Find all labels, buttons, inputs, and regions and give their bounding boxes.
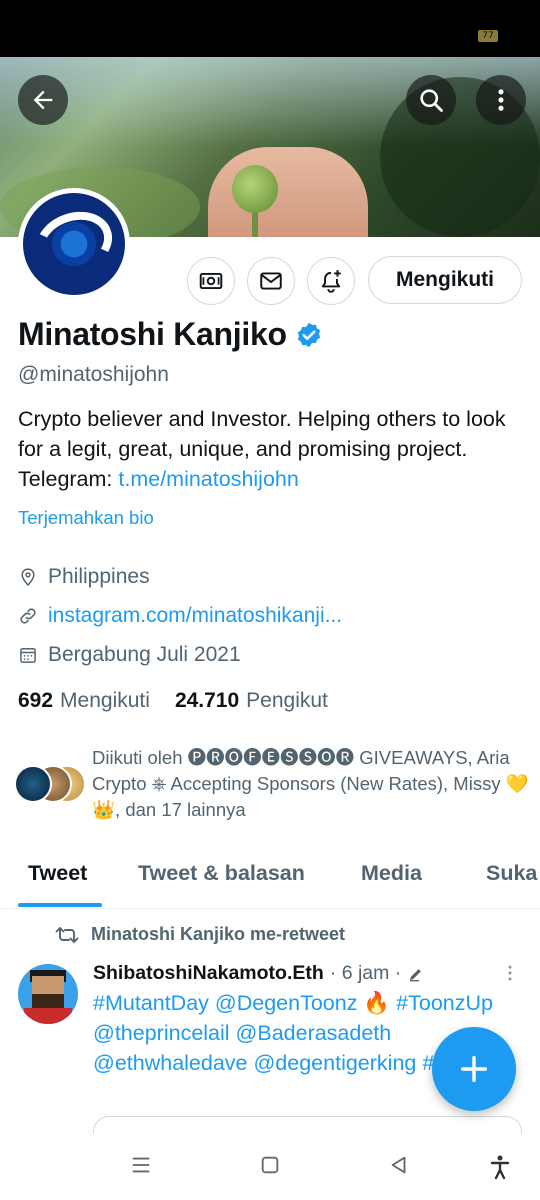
- followed-by-section[interactable]: Diikuti oleh 🅟🅡🅞🅕🅔🅢🅢🅞🅡 GIVEAWAYS, Aria C…: [14, 745, 534, 823]
- profile-handle: @minatoshijohn: [18, 363, 169, 386]
- mail-icon: [260, 272, 282, 290]
- website-link[interactable]: instagram.com/minatoshikanji...: [48, 604, 342, 628]
- followers-count: 24.710: [174, 689, 240, 712]
- more-vertical-icon: [508, 965, 512, 981]
- followers-count-link[interactable]: 24.710 Pengikut: [175, 689, 328, 713]
- translate-bio-link[interactable]: Terjemahkan bio: [18, 507, 154, 529]
- menu-icon[interactable]: [130, 1154, 152, 1176]
- join-date-text: Bergabung Juli 2021: [48, 643, 241, 666]
- back-arrow-icon: [33, 90, 53, 110]
- notifications-button[interactable]: [307, 257, 355, 305]
- tab-likes[interactable]: Suka: [486, 861, 537, 886]
- following-count: 692: [18, 689, 54, 712]
- bio-telegram-link[interactable]: t.me/minatoshijohn: [118, 467, 298, 491]
- display-name: Minatoshi Kanjiko: [18, 316, 287, 352]
- tab-tweet[interactable]: Tweet: [28, 861, 87, 886]
- tweet-more-button[interactable]: [500, 962, 520, 989]
- tweet-time: · 6 jam ·: [329, 962, 402, 984]
- follow-counts: 692 Mengikuti 24.710 Pengikut: [18, 689, 328, 713]
- tip-button[interactable]: [187, 257, 235, 305]
- active-tab-indicator: [18, 903, 102, 907]
- profile-avatar[interactable]: [18, 188, 130, 300]
- tab-tweet-replies[interactable]: Tweet & balasan: [138, 861, 305, 886]
- profile-name-row: Minatoshi Kanjiko: [18, 316, 323, 353]
- profile-website[interactable]: instagram.com/minatoshikanji...: [18, 604, 342, 628]
- profile-bio: Crypto believer and Investor. Helping ot…: [18, 404, 518, 494]
- location-text: Philippines: [48, 565, 150, 588]
- followers-label: Pengikut: [246, 689, 328, 712]
- following-label: Mengikuti: [60, 689, 150, 712]
- tweet-author-avatar[interactable]: [18, 964, 78, 1024]
- followed-by-text: Diikuti oleh 🅟🅡🅞🅕🅔🅢🅢🅞🅡 GIVEAWAYS, Aria C…: [92, 747, 529, 820]
- accessibility-icon[interactable]: [488, 1154, 512, 1180]
- tab-media[interactable]: Media: [361, 861, 422, 886]
- avatar: [14, 765, 52, 803]
- profile-location: Philippines: [18, 565, 150, 589]
- search-icon: [420, 89, 443, 112]
- tip-money-icon: [199, 272, 223, 290]
- link-icon: [20, 608, 36, 624]
- followed-by-avatars: [14, 765, 88, 805]
- plus-icon: [460, 1055, 488, 1083]
- battery-indicator: 77: [478, 30, 498, 42]
- back-button[interactable]: [18, 75, 68, 125]
- status-bar: 77: [0, 0, 540, 57]
- verified-icon[interactable]: [295, 321, 323, 349]
- back-triangle-icon[interactable]: [388, 1154, 410, 1176]
- profile-tabs: Tweet Tweet & balasan Media Suka: [0, 855, 540, 909]
- following-button[interactable]: Mengikuti: [368, 256, 522, 304]
- retweet-label: Minatoshi Kanjiko me-retweet: [91, 924, 346, 944]
- retweet-context[interactable]: Minatoshi Kanjiko me-retweet: [55, 924, 345, 945]
- location-pin-icon: [21, 568, 35, 586]
- compose-tweet-button[interactable]: [432, 1027, 516, 1111]
- tweet-header: ShibatoshiNakamoto.Eth · 6 jam ·: [93, 962, 425, 985]
- android-nav-bar: [0, 1134, 540, 1200]
- more-options-button[interactable]: [476, 75, 526, 125]
- home-square-icon[interactable]: [259, 1154, 281, 1176]
- more-vertical-icon: [498, 89, 504, 111]
- retweet-icon: [55, 926, 79, 943]
- profile-join-date: Bergabung Juli 2021: [18, 643, 241, 667]
- bell-plus-icon: [321, 270, 341, 293]
- search-button[interactable]: [406, 75, 456, 125]
- tweet-author-name[interactable]: ShibatoshiNakamoto.Eth: [93, 962, 324, 985]
- following-count-link[interactable]: 692 Mengikuti: [18, 689, 150, 713]
- edit-icon: [410, 968, 422, 981]
- message-button[interactable]: [247, 257, 295, 305]
- calendar-icon: [20, 648, 36, 663]
